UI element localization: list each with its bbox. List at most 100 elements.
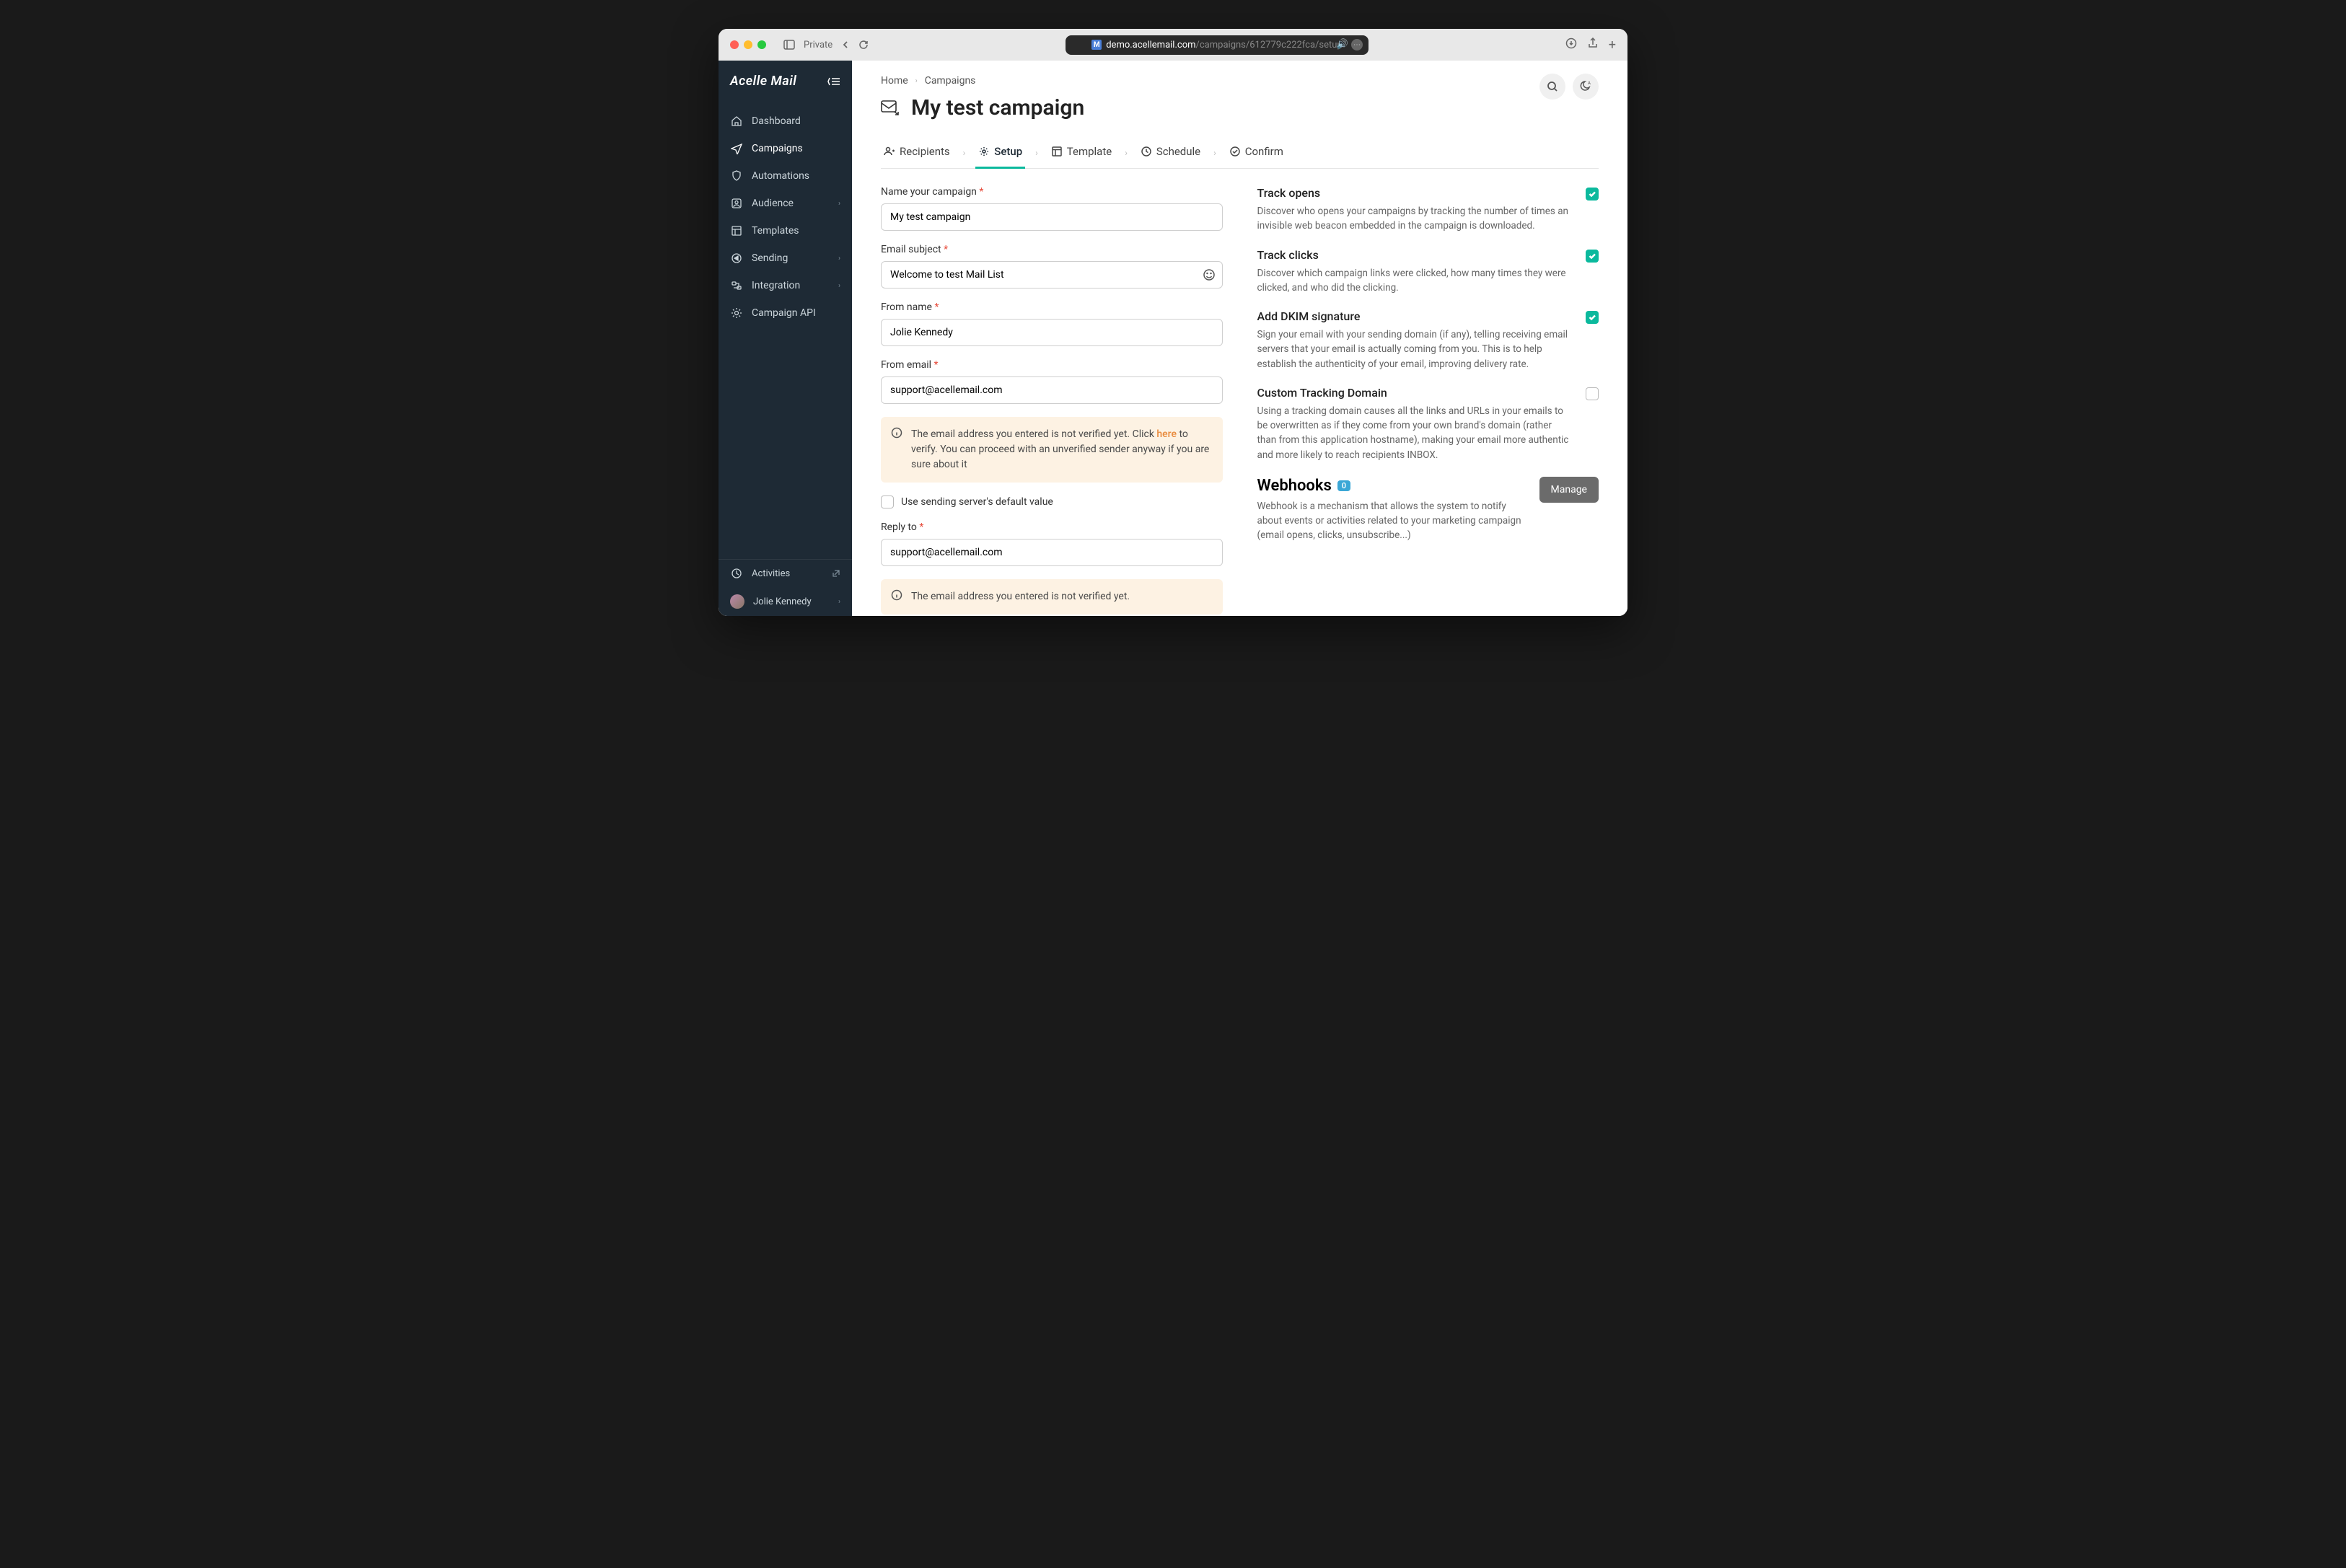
subject-label: Email subject * xyxy=(881,244,1223,255)
nav: Dashboard Campaigns Automations Audience… xyxy=(719,102,852,559)
default-value-checkbox-row[interactable]: Use sending server's default value xyxy=(881,495,1223,508)
sidebar: Acelle Mail Dashboard Campaigns Automati… xyxy=(719,61,852,616)
chevron-right-icon: › xyxy=(838,598,840,606)
collapse-sidebar-icon[interactable] xyxy=(827,76,840,87)
traffic-lights xyxy=(730,40,766,49)
nav-campaigns[interactable]: Campaigns xyxy=(719,135,852,162)
breadcrumb-campaigns[interactable]: Campaigns xyxy=(925,75,976,87)
check-icon xyxy=(1229,146,1241,157)
shield-icon xyxy=(730,169,743,182)
nav-integration[interactable]: Integration › xyxy=(719,272,852,299)
browser-chrome: Private M demo.acellemail.com/campaigns/… xyxy=(719,29,1627,61)
nav-label: Sending xyxy=(752,252,788,264)
tracking-domain-checkbox[interactable] xyxy=(1586,387,1599,400)
step-recipients[interactable]: Recipients xyxy=(881,138,953,168)
clock-icon xyxy=(1141,146,1152,157)
chevron-right-icon: › xyxy=(838,282,840,290)
chevron-right-icon: › xyxy=(838,255,840,263)
nav-label: Templates xyxy=(752,225,799,237)
track-opens-checkbox[interactable] xyxy=(1586,188,1599,201)
maximize-window[interactable] xyxy=(757,40,766,49)
name-label: Name your campaign * xyxy=(881,186,1223,198)
download-icon[interactable] xyxy=(1565,38,1577,53)
from-name-input[interactable] xyxy=(881,319,1223,346)
close-window[interactable] xyxy=(730,40,739,49)
nav-user[interactable]: Jolie Kennedy › xyxy=(719,587,852,616)
users-icon xyxy=(884,146,895,157)
from-email-label: From email * xyxy=(881,359,1223,371)
logo: Acelle Mail xyxy=(719,61,852,102)
users-icon xyxy=(730,197,743,210)
page-title: My test campaign xyxy=(911,95,1084,120)
subject-input[interactable] xyxy=(881,261,1223,289)
search-button[interactable] xyxy=(1539,74,1565,100)
track-opens-title: Track opens xyxy=(1257,186,1570,200)
external-icon xyxy=(832,569,840,578)
nav-label: Integration xyxy=(752,280,800,291)
reply-alert: The email address you entered is not ver… xyxy=(881,579,1223,615)
step-confirm[interactable]: Confirm xyxy=(1226,138,1286,168)
webhooks-count-badge: 0 xyxy=(1337,480,1350,491)
name-input[interactable] xyxy=(881,203,1223,231)
audio-icon[interactable]: 🔊 xyxy=(1337,39,1348,50)
step-setup[interactable]: Setup xyxy=(975,138,1025,168)
track-clicks-checkbox[interactable] xyxy=(1586,250,1599,263)
template-icon xyxy=(730,224,743,237)
from-email-input[interactable] xyxy=(881,376,1223,404)
more-icon[interactable]: ⋯ xyxy=(1351,39,1363,50)
breadcrumb-home[interactable]: Home xyxy=(881,75,908,87)
theme-toggle[interactable]: A xyxy=(1573,74,1599,100)
verify-link[interactable]: here xyxy=(1156,428,1177,440)
nav-label: Campaigns xyxy=(752,143,803,154)
chevron-right-icon: › xyxy=(1031,148,1042,158)
share-icon[interactable] xyxy=(1587,38,1599,53)
verify-alert: The email address you entered is not ver… xyxy=(881,417,1223,483)
step-schedule[interactable]: Schedule xyxy=(1138,138,1203,168)
gear-icon xyxy=(730,307,743,320)
nav-activities[interactable]: Activities xyxy=(719,560,852,587)
tracking-domain-title: Custom Tracking Domain xyxy=(1257,386,1570,400)
home-icon xyxy=(730,115,743,128)
mail-icon xyxy=(881,100,901,117)
default-value-checkbox[interactable] xyxy=(881,495,894,508)
nav-label: Campaign API xyxy=(752,307,816,319)
svg-text:A: A xyxy=(1588,81,1591,86)
reply-to-input[interactable] xyxy=(881,539,1223,566)
nav-label: Activities xyxy=(752,568,790,579)
template-icon xyxy=(1051,146,1063,157)
chevron-right-icon: › xyxy=(1120,148,1132,158)
dkim-checkbox[interactable] xyxy=(1586,311,1599,324)
webhooks-desc: Webhook is a mechanism that allows the s… xyxy=(1257,499,1528,543)
send-icon xyxy=(730,142,743,155)
sidebar-toggle-icon[interactable] xyxy=(783,40,795,50)
site-icon: M xyxy=(1091,40,1102,50)
nav-sending[interactable]: Sending › xyxy=(719,245,852,272)
activity-icon xyxy=(730,567,743,580)
nav-automations[interactable]: Automations xyxy=(719,162,852,190)
main-content: A Home › Campaigns My test campaign Reci… xyxy=(852,61,1627,616)
chevron-right-icon: › xyxy=(959,148,970,158)
track-clicks-desc: Discover which campaign links were click… xyxy=(1257,266,1570,296)
webhooks-title: Webhooks 0 xyxy=(1257,477,1528,495)
avatar xyxy=(730,594,744,609)
steps: Recipients › Setup › Template › Schedule… xyxy=(881,138,1599,169)
reply-to-label: Reply to * xyxy=(881,521,1223,533)
emoji-icon[interactable] xyxy=(1203,268,1216,281)
minimize-window[interactable] xyxy=(744,40,752,49)
tracking-domain-desc: Using a tracking domain causes all the l… xyxy=(1257,404,1570,462)
manage-webhooks-button[interactable]: Manage xyxy=(1539,477,1599,503)
back-icon[interactable] xyxy=(841,40,850,49)
from-name-label: From name * xyxy=(881,301,1223,313)
info-icon xyxy=(891,589,902,601)
chevron-right-icon: › xyxy=(1209,148,1221,158)
dkim-desc: Sign your email with your sending domain… xyxy=(1257,327,1570,371)
reload-icon[interactable] xyxy=(858,40,869,50)
nav-campaign-api[interactable]: Campaign API xyxy=(719,299,852,327)
breadcrumb: Home › Campaigns xyxy=(881,75,1599,87)
new-tab-icon[interactable]: + xyxy=(1609,38,1616,53)
nav-templates[interactable]: Templates xyxy=(719,217,852,245)
nav-audience[interactable]: Audience › xyxy=(719,190,852,217)
url-bar[interactable]: M demo.acellemail.com/campaigns/612779c2… xyxy=(1066,35,1368,55)
nav-dashboard[interactable]: Dashboard xyxy=(719,107,852,135)
step-template[interactable]: Template xyxy=(1048,138,1115,168)
